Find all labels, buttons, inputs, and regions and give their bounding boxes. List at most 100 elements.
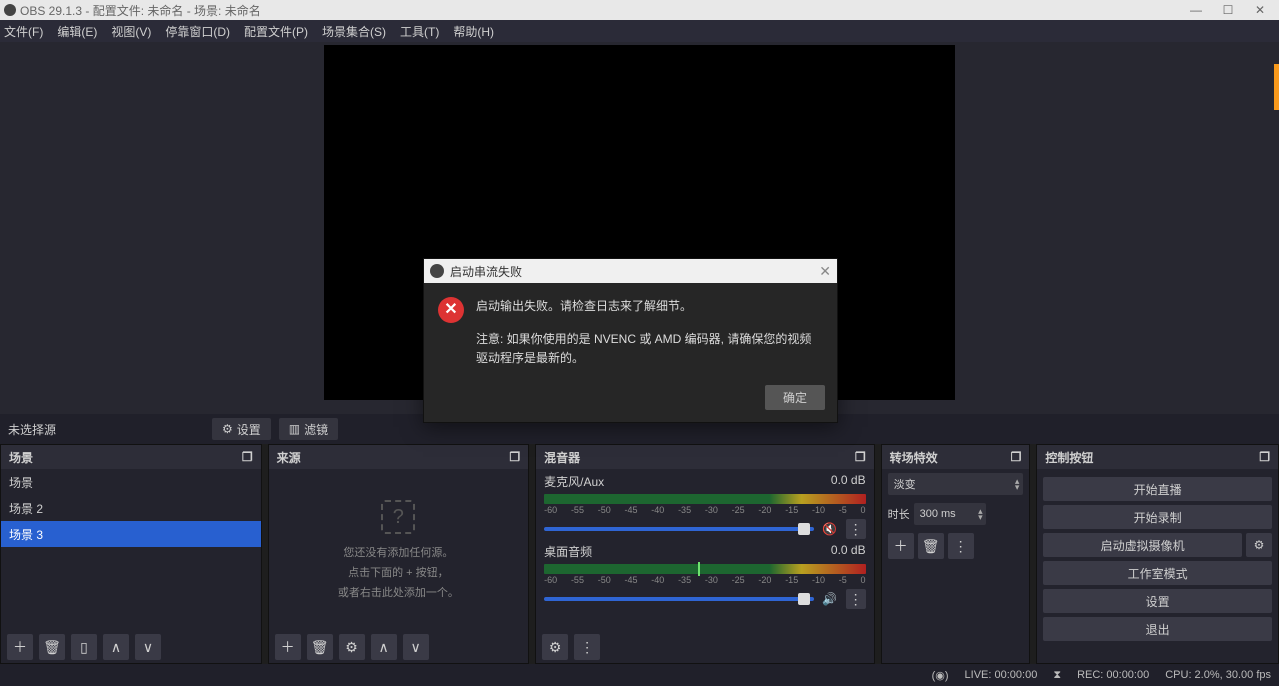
popout-icon[interactable]: ❐ xyxy=(855,450,866,464)
add-source-button[interactable]: ＋ xyxy=(275,634,301,660)
app-logo-icon xyxy=(430,264,444,278)
move-scene-up-button[interactable]: ∧ xyxy=(103,634,129,660)
channel-name: 桌面音频 xyxy=(544,543,592,560)
duration-label: 时长 xyxy=(888,506,910,522)
dialog-ok-button[interactable]: 确定 xyxy=(765,385,825,410)
mute-icon[interactable]: 🔇 xyxy=(820,522,840,536)
status-rec: REC: 00:00:00 xyxy=(1077,669,1149,681)
gear-icon: ⚙ xyxy=(1254,538,1265,552)
window-titlebar: OBS 29.1.3 - 配置文件: 未命名 - 场景: 未命名 — ☐ ✕ xyxy=(0,0,1279,20)
mixer-channel: 桌面音频0.0 dB-60-55-50-45-40-35-30-25-20-15… xyxy=(536,539,873,609)
trash-icon: 🗑 xyxy=(922,538,940,555)
meter-ticks: -60-55-50-45-40-35-30-25-20-15-10-50 xyxy=(544,576,865,585)
kebab-icon: ⋮ xyxy=(580,639,594,656)
move-scene-down-button[interactable]: ∨ xyxy=(135,634,161,660)
mixer-panel: 混音器 ❐ 麦克风/Aux 0.0 dB -60-55-50-45-40-35-30… xyxy=(535,444,874,664)
sources-panel: 来源 ❐ ? 您还没有添加任何源。 点击下面的 + 按钮， 或者右击此处添加一个… xyxy=(268,444,530,664)
remove-source-button[interactable]: 🗑 xyxy=(307,634,333,660)
close-button[interactable]: ✕ xyxy=(1253,3,1267,17)
gear-icon: ⚙ xyxy=(549,639,562,656)
menu-dock[interactable]: 停靠窗口(D) xyxy=(165,23,230,40)
source-properties-button[interactable]: ⚙ 设置 xyxy=(212,418,271,440)
menu-bar: 文件(F) 编辑(E) 视图(V) 停靠窗口(D) 配置文件(P) 场景集合(S… xyxy=(0,20,1279,42)
no-source-label: 未选择源 xyxy=(8,421,56,438)
volume-slider[interactable] xyxy=(544,597,813,601)
sources-empty-line3: 或者右击此处添加一个。 xyxy=(338,584,459,600)
sources-panel-title: 来源 xyxy=(277,449,301,466)
controls-panel: 控制按钮 ❐ 开始直播 开始录制 启动虚拟摄像机 ⚙ 工作室模式 设置 退出 xyxy=(1036,444,1279,664)
menu-edit[interactable]: 编辑(E) xyxy=(57,23,97,40)
scene-item[interactable]: 场景 2 xyxy=(1,495,261,521)
volume-meter xyxy=(544,494,865,504)
transitions-panel: 转场特效 ❐ 淡变 ▴▾ 时长 300 ms ▴▾ ＋ 🗑 xyxy=(881,444,1031,664)
dialog-message-line1: 启动输出失败。请检查日志来了解细节。 xyxy=(476,297,823,316)
edge-indicator xyxy=(1274,64,1279,110)
gear-icon: ⚙ xyxy=(222,422,233,436)
scene-item[interactable]: 场景 xyxy=(1,469,261,495)
menu-tools[interactable]: 工具(T) xyxy=(400,23,439,40)
updown-icon: ▴▾ xyxy=(1015,478,1020,490)
duration-value: 300 ms xyxy=(920,508,956,520)
mixer-panel-title: 混音器 xyxy=(544,449,580,466)
channel-name: 麦克风/Aux xyxy=(544,473,604,490)
start-stream-button[interactable]: 开始直播 xyxy=(1043,477,1272,501)
popout-icon[interactable]: ❐ xyxy=(1011,450,1022,464)
duration-spinbox[interactable]: 300 ms ▴▾ xyxy=(914,503,986,525)
volume-slider[interactable] xyxy=(544,527,813,531)
remove-scene-button[interactable]: 🗑 xyxy=(39,634,65,660)
scene-filter-button[interactable]: ▯ xyxy=(71,634,97,660)
status-live: LIVE: 00:00:00 xyxy=(965,669,1038,681)
status-bar: (◉) LIVE: 00:00:00 ⧗ REC: 00:00:00 CPU: … xyxy=(0,664,1279,686)
menu-help[interactable]: 帮助(H) xyxy=(453,23,494,40)
source-settings-button[interactable]: ⚙ xyxy=(339,634,365,660)
menu-profile[interactable]: 配置文件(P) xyxy=(244,23,308,40)
mixer-advanced-button[interactable]: ⚙ xyxy=(542,634,568,660)
move-source-up-button[interactable]: ∧ xyxy=(371,634,397,660)
start-record-button[interactable]: 开始录制 xyxy=(1043,505,1272,529)
channel-menu-button[interactable]: ⋮ xyxy=(846,519,866,539)
scene-item[interactable]: 场景 3 xyxy=(1,521,261,547)
popout-icon[interactable]: ❐ xyxy=(509,450,520,464)
sources-empty-state: ? 您还没有添加任何源。 点击下面的 + 按钮， 或者右击此处添加一个。 xyxy=(269,469,529,631)
studio-mode-button[interactable]: 工作室模式 xyxy=(1043,561,1272,585)
mixer-menu-button[interactable]: ⋮ xyxy=(574,634,600,660)
window-title: OBS 29.1.3 - 配置文件: 未命名 - 场景: 未命名 xyxy=(20,2,261,19)
vcam-settings-button[interactable]: ⚙ xyxy=(1246,533,1272,557)
menu-view[interactable]: 视图(V) xyxy=(111,23,151,40)
settings-button[interactable]: 设置 xyxy=(1043,589,1272,613)
exit-button[interactable]: 退出 xyxy=(1043,617,1272,641)
volume-meter xyxy=(544,564,865,574)
source-filters-button[interactable]: ▥ 滤镜 xyxy=(279,418,338,440)
minimize-button[interactable]: — xyxy=(1189,3,1203,17)
menu-scene-collection[interactable]: 场景集合(S) xyxy=(322,23,386,40)
transition-current: 淡变 xyxy=(894,476,916,492)
add-scene-button[interactable]: ＋ xyxy=(7,634,33,660)
sources-empty-line2: 点击下面的 + 按钮， xyxy=(348,564,449,580)
remove-transition-button[interactable]: 🗑 xyxy=(918,533,944,559)
pause-icon: ⧗ xyxy=(1053,669,1061,682)
filters-icon: ▥ xyxy=(289,422,300,436)
speaker-icon[interactable]: 🔊 xyxy=(820,592,840,606)
trash-icon: 🗑 xyxy=(311,639,329,656)
move-source-down-button[interactable]: ∨ xyxy=(403,634,429,660)
transition-select[interactable]: 淡变 ▴▾ xyxy=(888,473,1024,495)
source-filters-label: 滤镜 xyxy=(304,421,328,438)
menu-file[interactable]: 文件(F) xyxy=(4,23,43,40)
channel-menu-button[interactable]: ⋮ xyxy=(846,589,866,609)
popout-icon[interactable]: ❐ xyxy=(1259,450,1270,464)
dialog-message-line2: 注意: 如果你使用的是 NVENC 或 AMD 编码器, 请确保您的视频驱动程序… xyxy=(476,330,823,368)
transition-props-button[interactable]: ⋮ xyxy=(948,533,974,559)
gear-icon: ⚙ xyxy=(345,639,358,656)
trash-icon: 🗑 xyxy=(43,639,61,656)
dialog-titlebar[interactable]: 启动串流失败 ✕ xyxy=(424,259,837,283)
maximize-button[interactable]: ☐ xyxy=(1221,3,1235,17)
channel-db: 0.0 dB xyxy=(831,473,866,490)
mixer-channel: 麦克风/Aux0.0 dB-60-55-50-45-40-35-30-25-20… xyxy=(536,469,873,539)
broadcast-icon: (◉) xyxy=(932,669,949,682)
kebab-icon: ⋮ xyxy=(954,538,968,555)
error-icon: ✕ xyxy=(438,297,464,323)
add-transition-button[interactable]: ＋ xyxy=(888,533,914,559)
dialog-close-button[interactable]: ✕ xyxy=(819,263,831,280)
start-vcam-button[interactable]: 启动虚拟摄像机 xyxy=(1043,533,1242,557)
popout-icon[interactable]: ❐ xyxy=(242,450,253,464)
